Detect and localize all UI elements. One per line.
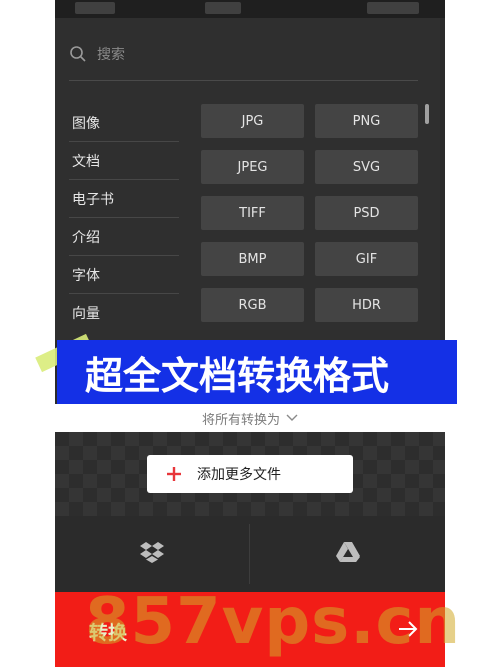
google-drive-icon[interactable] xyxy=(335,540,361,564)
format-gif-button[interactable]: GIF xyxy=(315,242,418,276)
format-jpeg-button[interactable]: JPEG xyxy=(201,150,304,184)
chevron-down-icon xyxy=(286,414,298,421)
format-svg-button[interactable]: SVG xyxy=(315,150,418,184)
format-jpg-button[interactable]: JPG xyxy=(201,104,304,138)
cloud-row-divider xyxy=(249,524,250,584)
cloud-source-row xyxy=(55,516,445,591)
search-field[interactable]: 搜索 xyxy=(69,40,414,68)
format-scrollbar[interactable] xyxy=(425,104,429,124)
format-rgb-button[interactable]: RGB xyxy=(201,288,304,322)
format-psd-button[interactable]: PSD xyxy=(315,196,418,230)
add-more-files-label: 添加更多文件 xyxy=(197,467,281,483)
search-divider xyxy=(69,80,418,81)
plus-icon xyxy=(167,467,181,481)
search-placeholder: 搜索 xyxy=(97,47,125,63)
search-icon xyxy=(70,46,86,62)
status-bar xyxy=(55,0,445,18)
category-image[interactable]: 图像 xyxy=(69,104,179,142)
add-more-files-button[interactable]: 添加更多文件 xyxy=(147,455,353,493)
category-document[interactable]: 文档 xyxy=(69,142,179,180)
phone-screen: 搜索 图像 文档 电子书 介绍 字体 向量 JPG PNG JPEG SVG T… xyxy=(55,0,445,667)
promo-banner-text: 超全文档转换格式 xyxy=(85,353,390,398)
format-hdr-button[interactable]: HDR xyxy=(315,288,418,322)
dropbox-icon[interactable] xyxy=(139,540,165,564)
category-presentation[interactable]: 介绍 xyxy=(69,218,179,256)
format-bmp-button[interactable]: BMP xyxy=(201,242,304,276)
category-ebook[interactable]: 电子书 xyxy=(69,180,179,218)
format-png-button[interactable]: PNG xyxy=(315,104,418,138)
promo-banner: 超全文档转换格式 xyxy=(57,340,457,404)
category-vector[interactable]: 向量 xyxy=(69,294,179,332)
convert-all-dropdown[interactable]: 将所有转换为 xyxy=(55,404,445,432)
format-tiff-button[interactable]: TIFF xyxy=(201,196,304,230)
category-font[interactable]: 字体 xyxy=(69,256,179,294)
site-watermark: 857vps.cn xyxy=(85,585,462,659)
category-list: 图像 文档 电子书 介绍 字体 向量 xyxy=(69,104,179,332)
format-dropdown-panel: 搜索 图像 文档 电子书 介绍 字体 向量 JPG PNG JPEG SVG T… xyxy=(55,18,440,340)
convert-all-label: 将所有转换为 xyxy=(201,412,280,428)
